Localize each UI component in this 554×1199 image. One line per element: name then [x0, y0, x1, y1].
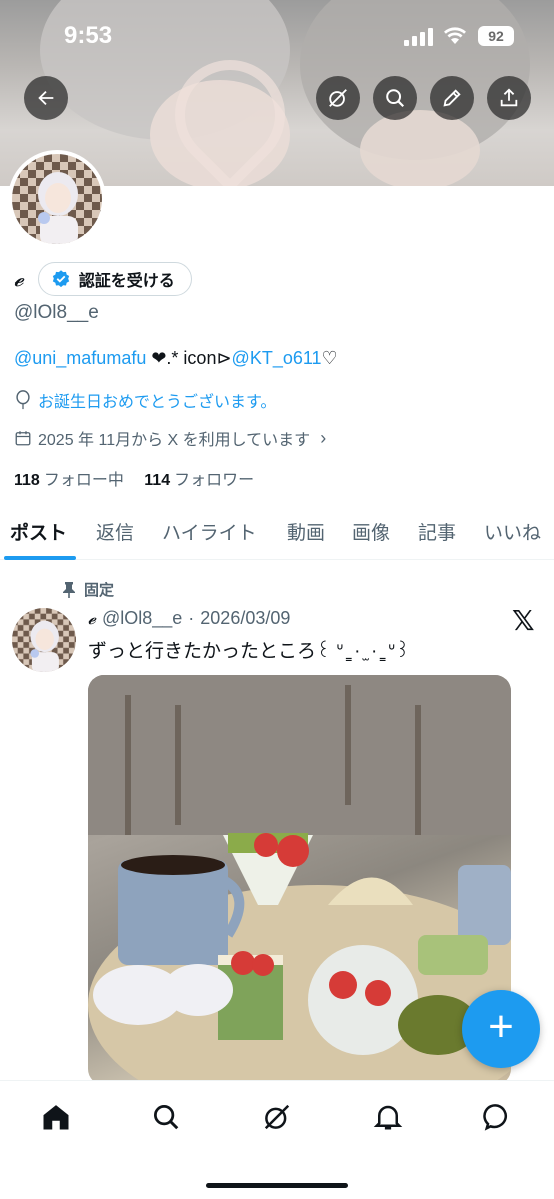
joined-text: 2025 年 11月から X を利用しています — [38, 432, 311, 449]
calendar-icon — [15, 431, 31, 446]
profile-avatar[interactable] — [8, 150, 106, 248]
nav-messages[interactable] — [480, 1099, 516, 1135]
active-tab-indicator — [4, 556, 76, 560]
bio-mention-2[interactable]: @KT_o611 — [232, 348, 322, 368]
edit-icon — [443, 89, 461, 107]
nav-search[interactable] — [148, 1099, 184, 1135]
back-icon — [38, 90, 54, 106]
chat-icon — [483, 1104, 508, 1131]
get-verified-label: 認証を受ける — [78, 273, 175, 290]
back-button[interactable] — [24, 76, 68, 120]
battery-indicator: 92 — [478, 26, 514, 46]
home-indicator — [206, 1183, 348, 1188]
search-icon — [386, 89, 405, 108]
joined-row[interactable]: 2025 年 11月から X を利用しています › — [14, 426, 326, 450]
tab-posts[interactable]: ポスト — [10, 518, 67, 545]
post-author-name[interactable]: 𝓮 — [88, 608, 96, 629]
compose-button[interactable]: + — [462, 990, 540, 1068]
birthday-row[interactable]: お誕生日おめでとうございます。 — [14, 388, 276, 412]
share-button[interactable] — [487, 76, 531, 120]
edit-button[interactable] — [430, 76, 474, 120]
bio-mention-1[interactable]: @uni_mafumafu — [14, 348, 146, 368]
pin-icon — [63, 581, 75, 598]
followers-label: フォロワー — [174, 472, 255, 489]
pinned-label: 固定 — [62, 579, 114, 600]
following-link[interactable]: 118 フォロー中 — [14, 472, 124, 489]
tab-articles[interactable]: 記事 — [418, 518, 456, 545]
nav-grok[interactable] — [259, 1099, 295, 1135]
tab-highlights[interactable]: ハイライト — [162, 518, 257, 545]
grok-icon — [329, 89, 347, 107]
x-logo-icon: 𝕏 — [512, 605, 535, 636]
bell-icon — [373, 1105, 403, 1130]
followers-link[interactable]: 114 フォロワー — [144, 472, 254, 489]
get-verified-button[interactable]: 認証を受ける — [37, 262, 192, 296]
nav-home[interactable] — [38, 1099, 74, 1135]
post-author-handle[interactable]: @lOl8__e — [102, 608, 182, 629]
status-time: 9:53 — [64, 22, 113, 49]
wifi-icon — [444, 27, 466, 44]
post-separator: · — [188, 608, 195, 628]
post-image[interactable] — [88, 675, 511, 1085]
post-date[interactable]: 2026/03/09 — [200, 608, 290, 629]
search-icon — [154, 1105, 179, 1130]
signal-icon — [404, 28, 433, 46]
pinned-text: 固定 — [84, 582, 115, 599]
tab-replies[interactable]: 返信 — [96, 518, 134, 545]
following-count: 118 — [14, 472, 40, 489]
bottom-nav — [0, 1080, 554, 1199]
search-button[interactable] — [373, 76, 417, 120]
profile-tabs: ポスト 返信 ハイライト 動画 画像 記事 いいね — [0, 504, 554, 560]
tab-videos[interactable]: 動画 — [287, 518, 325, 545]
share-icon — [500, 88, 518, 107]
following-label: フォロー中 — [43, 472, 124, 489]
profile-handle: @lOl8__e — [14, 302, 99, 323]
profile-bio: @uni_mafumafu ❤︎.* icon⊳@KT_o611♡ — [14, 348, 338, 369]
home-icon — [43, 1105, 69, 1130]
post-text: ずっと行きたかったところ꒰ ᐡ ̳ · ̫ · ̳ ᐡ꒱ — [88, 641, 411, 662]
profile-name: 𝓮 — [14, 266, 24, 292]
bio-text: ❤︎.* icon⊳ — [146, 348, 232, 368]
profile-name-row: 𝓮 認証を受ける — [14, 262, 192, 296]
status-bar: 9:53 92 — [0, 18, 554, 58]
post-avatar[interactable] — [12, 608, 76, 672]
balloon-icon — [16, 390, 30, 410]
verified-icon — [52, 270, 69, 288]
post-header: 𝓮 @lOl8__e · 2026/03/09 — [88, 608, 290, 629]
grok-icon — [264, 1104, 290, 1130]
birthday-text: お誕生日おめでとうございます。 — [38, 394, 277, 411]
nav-notifications[interactable] — [370, 1099, 406, 1135]
grok-button[interactable] — [316, 76, 360, 120]
follow-stats: 118 フォロー中 114 フォロワー — [14, 466, 254, 490]
plus-icon: + — [488, 1002, 514, 1051]
tab-likes[interactable]: いいね — [484, 518, 541, 545]
chevron-right-icon: › — [320, 427, 327, 448]
bio-end: ♡ — [321, 348, 338, 368]
followers-count: 114 — [144, 472, 171, 489]
tab-media[interactable]: 画像 — [352, 518, 390, 545]
